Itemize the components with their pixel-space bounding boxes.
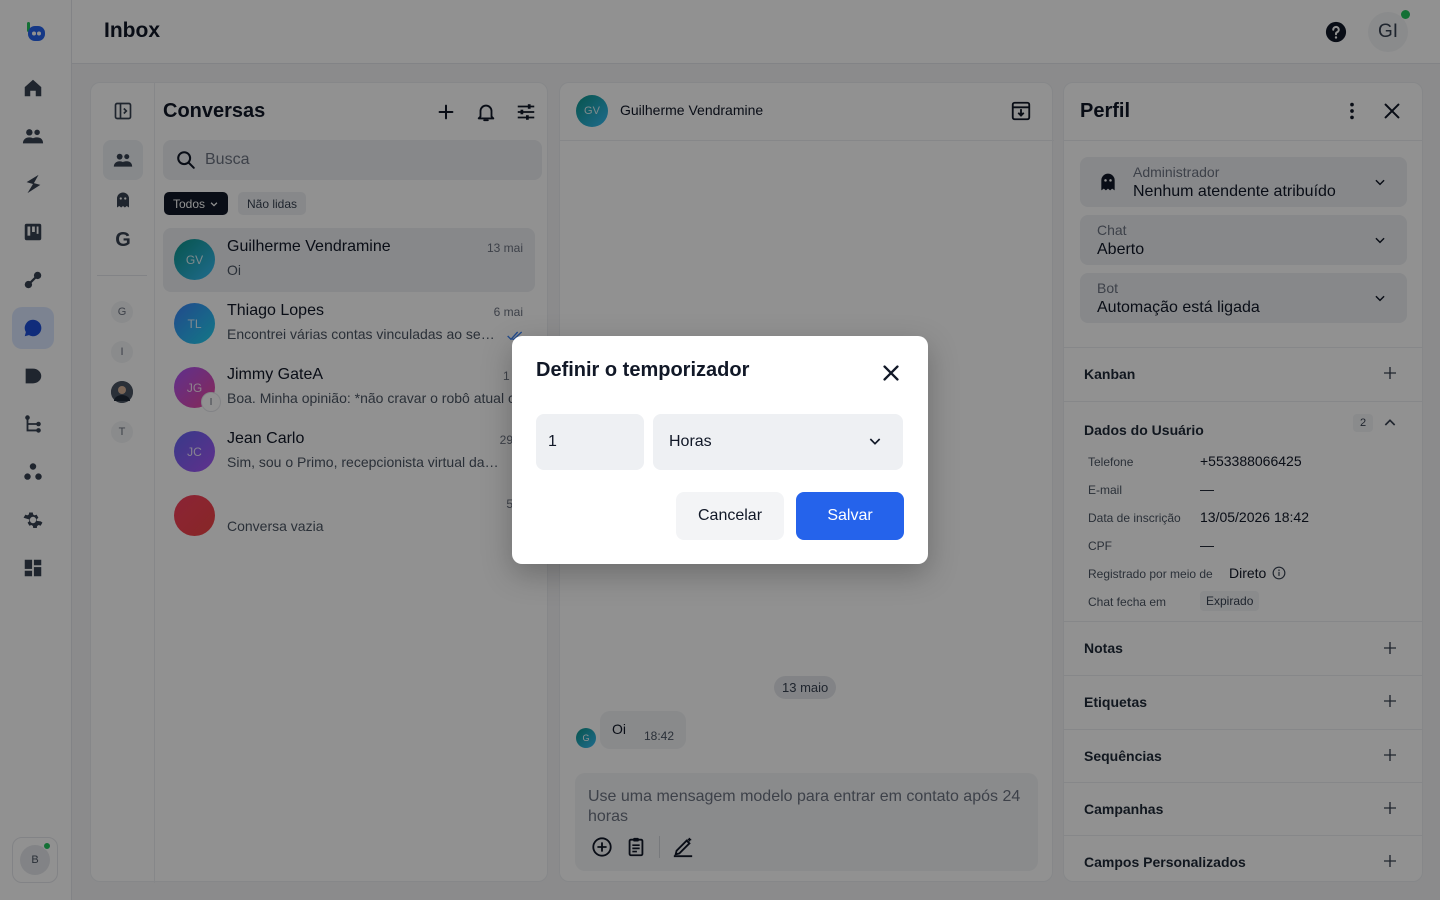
cancel-button[interactable]: Cancelar <box>676 492 784 540</box>
close-icon[interactable] <box>880 362 902 384</box>
timer-unit-value: Horas <box>669 433 712 450</box>
timer-amount-input[interactable] <box>536 414 644 470</box>
save-button[interactable]: Salvar <box>796 492 904 540</box>
dialog-title: Definir o temporizador <box>536 359 750 381</box>
timer-dialog: Definir o temporizador Horas Cancelar Sa… <box>512 336 928 564</box>
chevron-down-icon <box>867 433 883 449</box>
timer-unit-select[interactable]: Horas <box>653 414 903 470</box>
